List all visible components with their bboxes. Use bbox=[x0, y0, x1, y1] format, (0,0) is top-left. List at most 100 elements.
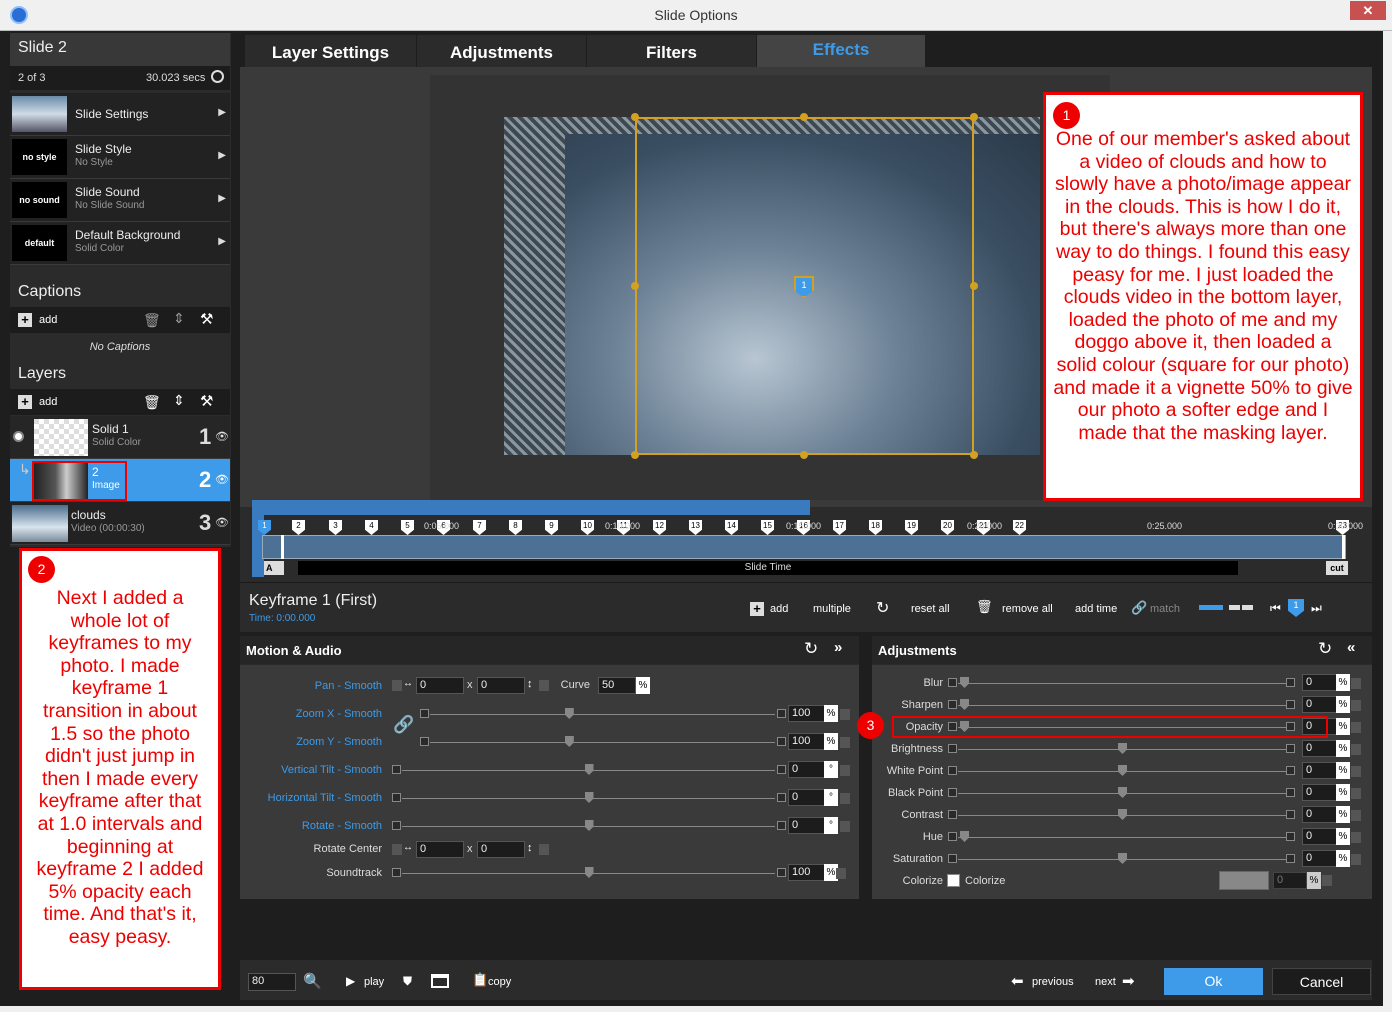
soundtrack-end-box[interactable] bbox=[777, 868, 786, 877]
eye-icon[interactable]: 👁 bbox=[215, 430, 229, 443]
match-button[interactable]: match bbox=[1150, 603, 1180, 615]
tab-layer-settings[interactable]: Layer Settings bbox=[245, 35, 417, 67]
add-caption-icon[interactable]: + bbox=[18, 313, 32, 327]
black-point-lock-checkbox[interactable] bbox=[1351, 788, 1361, 799]
timeline-range-bar[interactable] bbox=[252, 500, 810, 515]
brightness-start-box[interactable] bbox=[948, 744, 957, 753]
soundtrack-start-box[interactable] bbox=[392, 868, 401, 877]
rotate-label[interactable]: Rotate - Smooth bbox=[250, 820, 382, 832]
htilt-label[interactable]: Horizontal Tilt - Smooth bbox=[250, 792, 382, 804]
resize-handle[interactable] bbox=[800, 113, 808, 121]
sharpen-end-box[interactable] bbox=[1286, 700, 1295, 709]
play-button[interactable]: play bbox=[364, 976, 384, 988]
end-marker[interactable] bbox=[1342, 535, 1345, 559]
window-icon[interactable] bbox=[431, 974, 449, 988]
hue-track[interactable] bbox=[958, 837, 1286, 838]
reset-icon[interactable]: ↻ bbox=[804, 639, 818, 659]
remove-all-button[interactable]: remove all bbox=[1002, 603, 1053, 615]
next-button[interactable]: next bbox=[1095, 976, 1116, 988]
collapse-left-icon[interactable]: « bbox=[1347, 639, 1355, 656]
colorize-checkbox[interactable] bbox=[947, 874, 960, 887]
rotate-center-checkbox[interactable] bbox=[392, 844, 402, 855]
zoomx-lock-checkbox[interactable] bbox=[840, 709, 850, 720]
resize-handle[interactable] bbox=[800, 451, 808, 459]
eye-icon[interactable]: 👁 bbox=[215, 473, 229, 486]
white-point-value-input[interactable]: 0 bbox=[1302, 762, 1338, 779]
zoomy-value-input[interactable]: 100 bbox=[788, 733, 826, 750]
cut-tag[interactable]: cut bbox=[1326, 561, 1348, 575]
brightness-lock-checkbox[interactable] bbox=[1351, 744, 1361, 755]
zoomy-track[interactable] bbox=[430, 742, 775, 743]
menu-slide-style[interactable]: no style Slide Style No Style ▶ bbox=[10, 136, 230, 179]
previous-button[interactable]: previous bbox=[1032, 976, 1074, 988]
layer-row[interactable]: Solid 1 Solid Color 1 👁 bbox=[10, 416, 230, 459]
saturation-end-box[interactable] bbox=[1286, 854, 1295, 863]
pan-lock-checkbox[interactable] bbox=[392, 680, 402, 691]
zoomx-end-box[interactable] bbox=[777, 709, 786, 718]
resize-handle[interactable] bbox=[631, 113, 639, 121]
collapse-right-icon[interactable]: » bbox=[834, 639, 842, 656]
blur-end-box[interactable] bbox=[1286, 678, 1295, 687]
next-keyframe-icon[interactable]: ⏭ bbox=[1311, 601, 1322, 616]
arrow-left-icon[interactable]: ⬅ bbox=[1011, 972, 1024, 990]
pan-y-input[interactable]: 0 bbox=[477, 677, 525, 694]
vtilt-lock-checkbox[interactable] bbox=[840, 765, 850, 776]
playhead[interactable] bbox=[281, 535, 284, 559]
sharpen-lock-checkbox[interactable] bbox=[1351, 700, 1361, 711]
menu-slide-settings[interactable]: Slide Settings ▶ bbox=[10, 93, 230, 136]
htilt-value-input[interactable]: 0 bbox=[788, 789, 826, 806]
blur-lock-checkbox[interactable] bbox=[1351, 678, 1361, 689]
black-point-value-input[interactable]: 0 bbox=[1302, 784, 1338, 801]
rotate-center-y-checkbox[interactable] bbox=[539, 844, 549, 855]
zoomy-label[interactable]: Zoom Y - Smooth bbox=[250, 736, 382, 748]
saturation-value-input[interactable]: 0 bbox=[1302, 850, 1338, 867]
resize-handle[interactable] bbox=[631, 282, 639, 290]
soundtrack-lock-checkbox[interactable] bbox=[836, 868, 846, 879]
contrast-value-input[interactable]: 0 bbox=[1302, 806, 1338, 823]
multiple-button[interactable]: multiple bbox=[813, 603, 851, 615]
add-layer-icon[interactable]: + bbox=[18, 395, 32, 409]
tab-adjustments[interactable]: Adjustments bbox=[417, 35, 587, 67]
keyframe-view-toggle-2[interactable] bbox=[1229, 605, 1253, 610]
rotate-center-x-input[interactable]: 0 bbox=[416, 841, 464, 858]
resize-handle[interactable] bbox=[970, 451, 978, 459]
brightness-end-box[interactable] bbox=[1286, 744, 1295, 753]
zoomy-start-box[interactable] bbox=[420, 737, 429, 746]
saturation-lock-checkbox[interactable] bbox=[1351, 854, 1361, 865]
add-time-button[interactable]: add time bbox=[1075, 603, 1117, 615]
hue-start-box[interactable] bbox=[948, 832, 957, 841]
magnifier-icon[interactable]: 🔍 bbox=[303, 972, 322, 990]
htilt-start-box[interactable] bbox=[392, 793, 401, 802]
layer-row[interactable]: clouds Video (00:00:30) 3 👁 bbox=[10, 502, 230, 545]
ok-button[interactable]: Ok bbox=[1164, 968, 1263, 995]
rotate-end-box[interactable] bbox=[777, 821, 786, 830]
menu-slide-sound[interactable]: no sound Slide Sound No Slide Sound ▶ bbox=[10, 179, 230, 222]
reorder-icon[interactable]: ⇕ bbox=[173, 392, 185, 409]
trash-icon[interactable]: 🗑 bbox=[143, 394, 161, 411]
resize-handle[interactable] bbox=[970, 113, 978, 121]
opacity-lock-checkbox[interactable] bbox=[1351, 722, 1361, 733]
white-point-lock-checkbox[interactable] bbox=[1351, 766, 1361, 777]
blur-value-input[interactable]: 0 bbox=[1302, 674, 1338, 691]
reset-all-button[interactable]: reset all bbox=[911, 603, 950, 615]
menu-default-background[interactable]: default Default Background Solid Color ▶ bbox=[10, 222, 230, 265]
eye-icon[interactable]: 👁 bbox=[215, 516, 229, 529]
arrow-right-icon[interactable]: ➡ bbox=[1122, 972, 1135, 990]
tools-icon[interactable]: ⚒ bbox=[200, 392, 213, 410]
pan-label[interactable]: Pan - Smooth bbox=[250, 680, 382, 692]
resize-handle[interactable] bbox=[970, 282, 978, 290]
close-button[interactable]: ✕ bbox=[1350, 1, 1386, 20]
copy-button[interactable]: copy bbox=[488, 976, 511, 988]
zoomx-start-box[interactable] bbox=[420, 709, 429, 718]
blur-track[interactable] bbox=[958, 683, 1286, 684]
hue-end-box[interactable] bbox=[1286, 832, 1295, 841]
reorder-icon[interactable]: ⇕ bbox=[173, 310, 185, 327]
trash-icon[interactable]: 🗑 bbox=[976, 599, 993, 615]
link-zoom-icon[interactable]: 🔗 bbox=[393, 715, 414, 735]
rotate-center-y-input[interactable]: 0 bbox=[477, 841, 525, 858]
add-caption-button[interactable]: add bbox=[39, 314, 57, 326]
add-keyframe-icon[interactable]: + bbox=[750, 602, 764, 616]
zoomx-value-input[interactable]: 100 bbox=[788, 705, 826, 722]
black-point-start-box[interactable] bbox=[948, 788, 957, 797]
prev-keyframe-icon[interactable]: ⏮ bbox=[1270, 601, 1281, 616]
